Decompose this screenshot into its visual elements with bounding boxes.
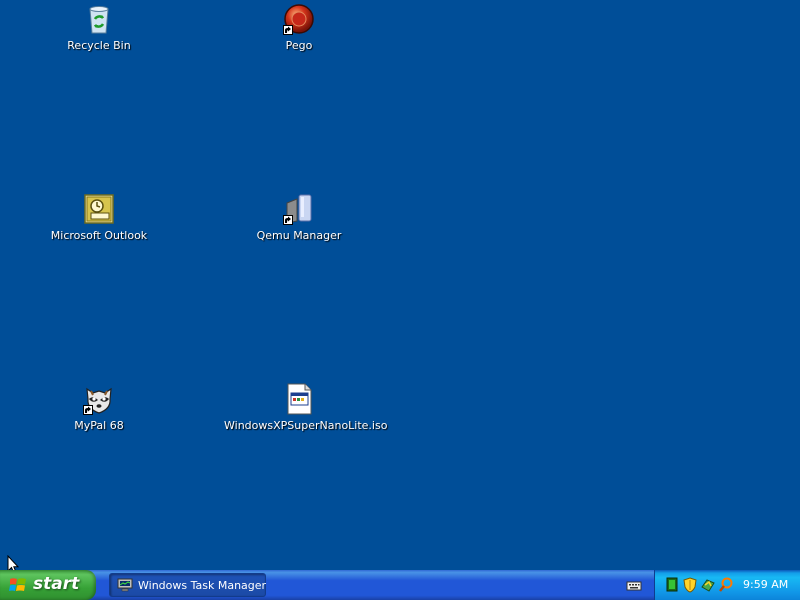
desktop-icon-label: WindowsXPSuperNanoLite.iso (224, 419, 388, 432)
iso-file-icon (283, 383, 315, 415)
shortcut-arrow-icon (283, 25, 293, 35)
pego-icon (283, 3, 315, 35)
shortcut-arrow-icon (83, 405, 93, 415)
windows-logo-icon (9, 578, 26, 591)
desktop-icon-label: Pego (285, 39, 313, 52)
desktop-icon-pego[interactable]: Pego (224, 3, 374, 52)
desktop-icon-label: Qemu Manager (256, 229, 342, 242)
desktop-icon-recycle-bin[interactable]: Recycle Bin (24, 3, 174, 52)
taskbar: start Windows Task Manager 9:59 AM (0, 570, 800, 600)
task-manager-icon (117, 578, 133, 592)
qemu-manager-icon (283, 193, 315, 225)
taskbar-button-label: Windows Task Manager (138, 579, 267, 592)
desktop-icon-label: MyPal 68 (74, 419, 124, 432)
start-label: start (33, 574, 80, 594)
clock[interactable]: 9:59 AM (743, 578, 788, 591)
desktop: Recycle Bin Pego Microsoft Outlook Qemu … (0, 0, 800, 600)
update-icon[interactable] (700, 577, 716, 593)
keyboard-icon[interactable] (626, 578, 642, 592)
recycle-bin-icon (83, 3, 115, 35)
desktop-icon-iso-file[interactable]: WindowsXPSuperNanoLite.iso (224, 383, 388, 432)
desktop-icon-microsoft-outlook[interactable]: Microsoft Outlook (24, 193, 174, 242)
desktop-icon-label: Recycle Bin (67, 39, 131, 52)
network-icon[interactable] (664, 577, 680, 593)
system-tray: 9:59 AM (654, 570, 800, 600)
taskbar-button-windows-task-manager[interactable]: Windows Task Manager (109, 573, 266, 597)
desktop-icon-label: Microsoft Outlook (50, 229, 148, 242)
outlook-icon (83, 193, 115, 225)
security-shield-icon[interactable] (682, 577, 698, 593)
shortcut-arrow-icon (283, 215, 293, 225)
mypal-icon (83, 383, 115, 415)
desktop-icon-mypal-68[interactable]: MyPal 68 (24, 383, 174, 432)
search-icon[interactable] (718, 577, 734, 593)
start-button[interactable]: start (0, 570, 96, 600)
desktop-icon-qemu-manager[interactable]: Qemu Manager (224, 193, 374, 242)
